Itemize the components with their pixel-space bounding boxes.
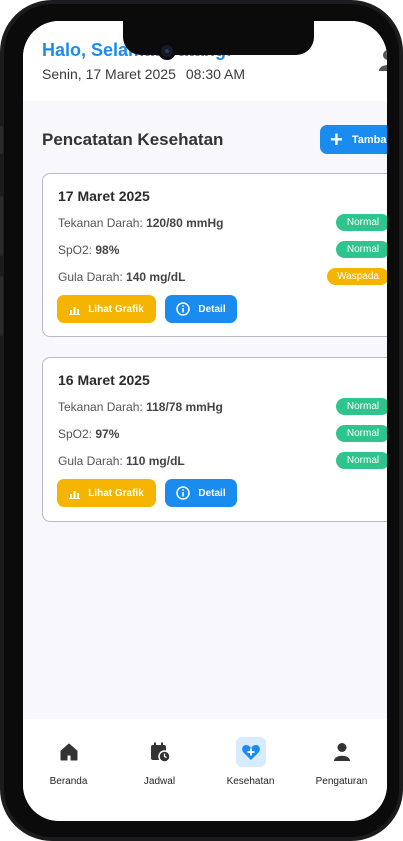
record-date: 17 Maret 2025: [58, 188, 150, 204]
detail-button[interactable]: Detail: [165, 479, 237, 507]
status-badge: Normal: [336, 214, 387, 231]
bottom-nav: Beranda Jadwal Kesehatan Pengaturan: [23, 719, 387, 821]
status-badge: Normal: [336, 452, 387, 469]
current-time: 08:30 AM: [185, 66, 246, 82]
status-badge: Waspada: [327, 268, 387, 285]
metric-value: 118/78 mmHg: [146, 400, 223, 414]
metric-blood-sugar: Gula Darah: 140 mg/dL: [58, 270, 186, 284]
side-button: [0, 126, 3, 154]
side-button: [0, 276, 3, 336]
health-record-card: 16 Maret 2025 Tekanan Darah: 118/78 mmHg…: [42, 357, 387, 522]
health-record-card: 17 Maret 2025 Tekanan Darah: 120/80 mmHg…: [42, 173, 387, 337]
chart-icon: [69, 304, 81, 315]
view-chart-button[interactable]: Lihat Grafik: [57, 295, 156, 323]
side-button: [0, 196, 3, 256]
nav-item-beranda[interactable]: Beranda: [23, 719, 114, 821]
status-badge: Normal: [336, 425, 387, 442]
device-notch: [123, 21, 314, 55]
app-screen: Halo, Selamat Datang! Senin, 17 Maret 20…: [23, 21, 387, 821]
metric-value: 98%: [95, 243, 120, 257]
view-chart-label: Lihat Grafik: [88, 487, 144, 499]
status-badge: Normal: [336, 398, 387, 415]
nav-item-pengaturan[interactable]: Pengaturan: [296, 719, 387, 821]
current-date: Senin, 17 Maret 2025: [42, 66, 176, 82]
detail-button[interactable]: Detail: [165, 295, 237, 323]
info-icon: [176, 486, 191, 500]
home-icon: [54, 737, 84, 767]
metric-blood-pressure: Tekanan Darah: 118/78 mmHg: [58, 400, 223, 414]
calendar-clock-icon: [145, 737, 175, 767]
metric-spo2: SpO2: 98%: [58, 243, 120, 257]
detail-label: Detail: [198, 303, 226, 315]
nav-item-kesehatan[interactable]: Kesehatan: [205, 719, 296, 821]
plus-icon: +: [330, 126, 343, 152]
metric-value: 120/80 mmHg: [146, 216, 224, 230]
metric-blood-sugar: Gula Darah: 110 mg/dL: [58, 454, 185, 468]
metric-value: 97%: [95, 427, 120, 441]
view-chart-label: Lihat Grafik: [88, 303, 144, 315]
nav-label: Kesehatan: [226, 776, 275, 787]
metric-spo2: SpO2: 97%: [58, 427, 120, 441]
nav-label: Jadwal: [143, 776, 176, 787]
metric-value: 110 mg/dL: [126, 454, 185, 468]
nav-label: Pengaturan: [315, 776, 368, 787]
heart-plus-icon: [235, 737, 266, 767]
front-camera: [158, 42, 176, 60]
info-icon: [176, 302, 191, 316]
chart-icon: [69, 488, 81, 499]
view-chart-button[interactable]: Lihat Grafik: [57, 479, 156, 507]
nav-label: Beranda: [49, 776, 88, 787]
status-badge: Normal: [336, 241, 387, 258]
record-date: 16 Maret 2025: [58, 372, 150, 388]
section-title: Pencatatan Kesehatan: [42, 130, 224, 149]
metric-value: 140 mg/dL: [126, 270, 186, 284]
header-datetime: Senin, 17 Maret 2025 08:30 AM: [42, 66, 245, 82]
add-record-label: Tamba: [351, 133, 387, 146]
profile-icon[interactable]: [379, 49, 387, 71]
detail-label: Detail: [198, 487, 226, 499]
person-icon: [327, 737, 357, 767]
metric-blood-pressure: Tekanan Darah: 120/80 mmHg: [58, 216, 224, 230]
add-record-button[interactable]: + Tamba: [320, 125, 387, 154]
nav-item-jadwal[interactable]: Jadwal: [114, 719, 205, 821]
